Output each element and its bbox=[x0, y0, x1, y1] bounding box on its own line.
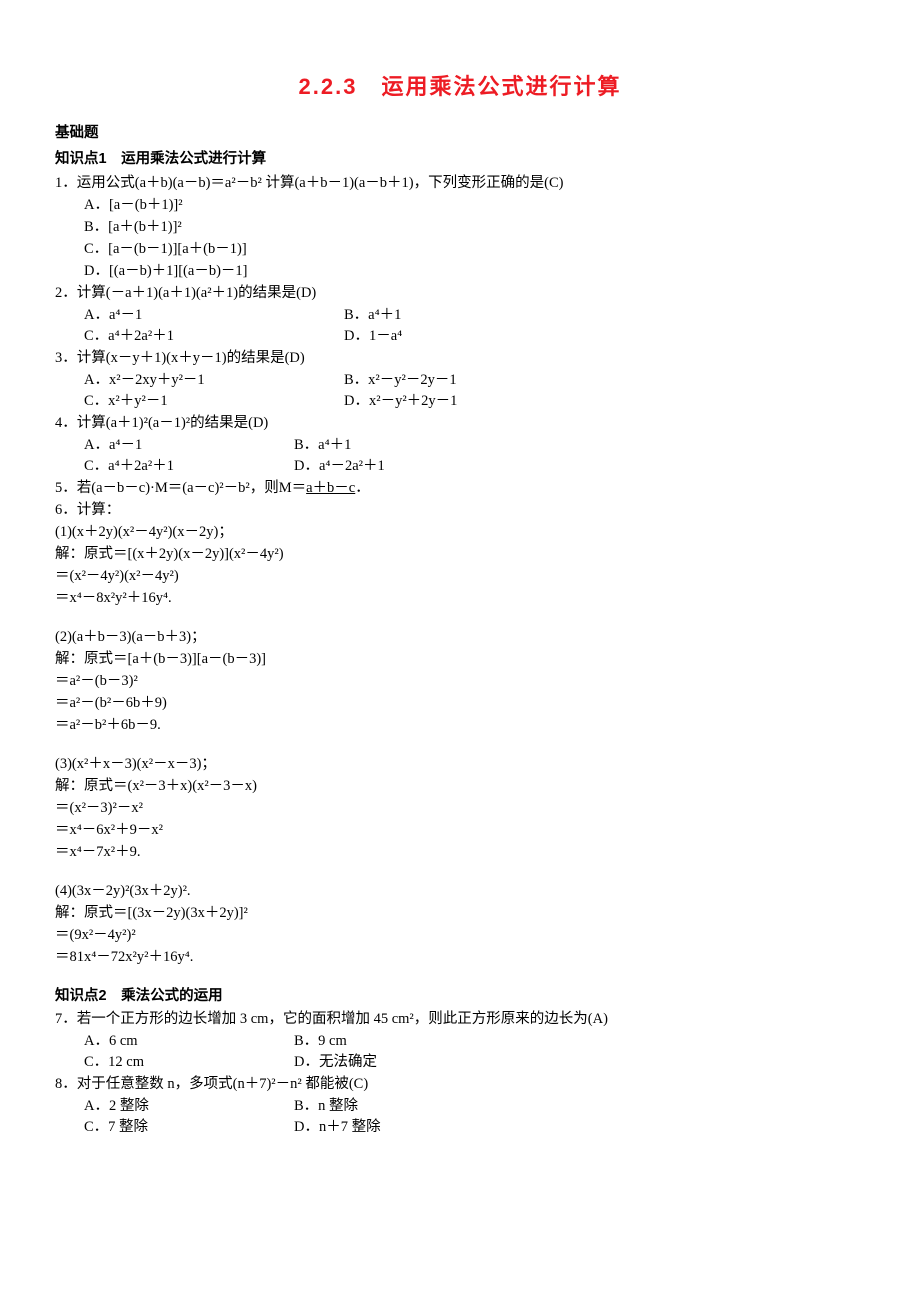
q3: 3．计算(x－y＋1)(x＋y－1)的结果是(D) bbox=[55, 348, 865, 369]
q2-a: A．a⁴－1 bbox=[84, 305, 344, 326]
section-basic: 基础题 bbox=[55, 123, 865, 145]
q5-post: ． bbox=[355, 480, 370, 496]
q6-2-s1: 解：原式＝[a＋(b－3)][a－(b－3)] bbox=[55, 649, 865, 670]
q8-a: A．2 整除 bbox=[84, 1096, 294, 1117]
q8: 8．对于任意整数 n，多项式(n＋7)²－n² 都能被(C) bbox=[55, 1074, 865, 1095]
q6-4-s3: ＝81x⁴－72x²y²＋16y⁴. bbox=[55, 947, 865, 968]
q8-d: D．n＋7 整除 bbox=[294, 1117, 381, 1138]
q1-b: B．[a＋(b＋1)]² bbox=[55, 217, 865, 238]
q6-3-s2: ＝(x²－3)²－x² bbox=[55, 798, 865, 819]
q6: 6．计算： bbox=[55, 500, 865, 521]
q6-2: (2)(a＋b－3)(a－b＋3)； bbox=[55, 627, 865, 648]
q7: 7．若一个正方形的边长增加 3 cm，它的面积增加 45 cm²，则此正方形原来… bbox=[55, 1009, 865, 1030]
q3-c: C．x²＋y²－1 bbox=[84, 391, 344, 412]
q1-a: A．[a－(b＋1)]² bbox=[55, 195, 865, 216]
q1-c: C．[a－(b－1)][a＋(b－1)] bbox=[55, 239, 865, 260]
q6-4: (4)(3x－2y)²(3x＋2y)². bbox=[55, 881, 865, 902]
q8-b: B．n 整除 bbox=[294, 1096, 358, 1117]
q7-d: D．无法确定 bbox=[294, 1052, 377, 1073]
q6-2-s4: ＝a²－b²＋6b－9. bbox=[55, 715, 865, 736]
q4-a: A．a⁴－1 bbox=[84, 435, 294, 456]
kp1-title: 知识点1 运用乘法公式进行计算 bbox=[55, 149, 865, 171]
q4-c: C．a⁴＋2a²＋1 bbox=[84, 456, 294, 477]
q6-3: (3)(x²＋x－3)(x²－x－3)； bbox=[55, 754, 865, 775]
q5-pre: 5．若(a－b－c)·M＝(a－c)²－b²，则M＝ bbox=[55, 480, 306, 496]
q8-c: C．7 整除 bbox=[84, 1117, 294, 1138]
q6-2-s3: ＝a²－(b²－6b＋9) bbox=[55, 693, 865, 714]
q2-b: B．a⁴＋1 bbox=[344, 305, 401, 326]
q6-4-s1: 解：原式＝[(3x－2y)(3x＋2y)]² bbox=[55, 903, 865, 924]
q7-a: A．6 cm bbox=[84, 1031, 294, 1052]
q6-2-s2: ＝a²－(b－3)² bbox=[55, 671, 865, 692]
q5-answer: a＋b－c bbox=[306, 480, 355, 496]
page-title: 2.2.3 运用乘法公式进行计算 bbox=[55, 70, 865, 103]
q3-d: D．x²－y²＋2y－1 bbox=[344, 391, 457, 412]
kp2-title: 知识点2 乘法公式的运用 bbox=[55, 986, 865, 1007]
q6-1-s3: ＝x⁴－8x²y²＋16y⁴. bbox=[55, 588, 865, 609]
q3-b: B．x²－y²－2y－1 bbox=[344, 370, 457, 391]
q1: 1．运用公式(a＋b)(a－b)＝a²－b² 计算(a＋b－1)(a－b＋1)，… bbox=[55, 173, 865, 194]
q4: 4．计算(a＋1)²(a－1)²的结果是(D) bbox=[55, 413, 865, 434]
q6-3-s4: ＝x⁴－7x²＋9. bbox=[55, 842, 865, 863]
q2-d: D．1－a⁴ bbox=[344, 326, 402, 347]
q5: 5．若(a－b－c)·M＝(a－c)²－b²，则M＝a＋b－c． bbox=[55, 478, 865, 499]
q6-1-s2: ＝(x²－4y²)(x²－4y²) bbox=[55, 566, 865, 587]
q7-c: C．12 cm bbox=[84, 1052, 294, 1073]
q4-d: D．a⁴－2a²＋1 bbox=[294, 456, 385, 477]
q6-1: (1)(x＋2y)(x²－4y²)(x－2y)； bbox=[55, 522, 865, 543]
q6-1-s1: 解：原式＝[(x＋2y)(x－2y)](x²－4y²) bbox=[55, 544, 865, 565]
q4-b: B．a⁴＋1 bbox=[294, 435, 351, 456]
q2-c: C．a⁴＋2a²＋1 bbox=[84, 326, 344, 347]
q7-b: B．9 cm bbox=[294, 1031, 347, 1052]
q1-d: D．[(a－b)＋1][(a－b)－1] bbox=[55, 261, 865, 282]
q6-3-s1: 解：原式＝(x²－3＋x)(x²－3－x) bbox=[55, 776, 865, 797]
q3-a: A．x²－2xy＋y²－1 bbox=[84, 370, 344, 391]
q6-3-s3: ＝x⁴－6x²＋9－x² bbox=[55, 820, 865, 841]
q6-4-s2: ＝(9x²－4y²)² bbox=[55, 925, 865, 946]
q2: 2．计算(－a＋1)(a＋1)(a²＋1)的结果是(D) bbox=[55, 283, 865, 304]
